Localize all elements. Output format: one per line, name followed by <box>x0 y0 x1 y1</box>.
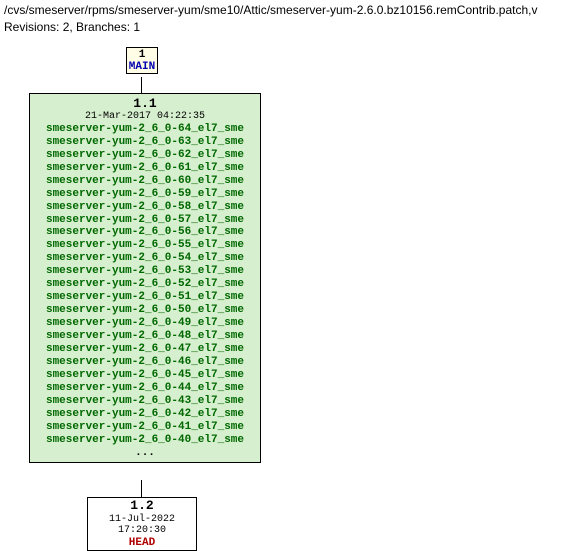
tag-entry: smeserver-yum-2_6_0-58_el7_sme <box>33 201 257 214</box>
tag-entry: smeserver-yum-2_6_0-46_el7_sme <box>33 356 257 369</box>
revision-version: 1.2 <box>88 499 196 514</box>
tag-entry: smeserver-yum-2_6_0-45_el7_sme <box>33 369 257 382</box>
tag-entry: smeserver-yum-2_6_0-57_el7_sme <box>33 214 257 227</box>
tag-entry: smeserver-yum-2_6_0-47_el7_sme <box>33 343 257 356</box>
tag-entry: smeserver-yum-2_6_0-60_el7_sme <box>33 175 257 188</box>
revision-date: 11-Jul-2022 17:20:30 <box>88 514 196 537</box>
tag-entry: smeserver-yum-2_6_0-64_el7_sme <box>33 123 257 136</box>
more-dots: ... <box>33 447 257 460</box>
file-path: /cvs/smeserver/rpms/smeserver-yum/sme10/… <box>4 2 568 19</box>
tag-list: smeserver-yum-2_6_0-64_el7_smesmeserver-… <box>33 123 257 447</box>
branch-num: 1 <box>127 49 157 61</box>
tag-entry: smeserver-yum-2_6_0-44_el7_sme <box>33 382 257 395</box>
revision-graph: 1 MAIN 1.1 21-Mar-2017 04:22:35 smeserve… <box>0 38 572 548</box>
tag-entry: smeserver-yum-2_6_0-40_el7_sme <box>33 434 257 447</box>
tag-entry: smeserver-yum-2_6_0-51_el7_sme <box>33 291 257 304</box>
branch-node-main: 1 MAIN <box>126 47 158 74</box>
tag-entry: smeserver-yum-2_6_0-48_el7_sme <box>33 330 257 343</box>
edge <box>141 77 142 93</box>
tag-entry: smeserver-yum-2_6_0-50_el7_sme <box>33 304 257 317</box>
header: /cvs/smeserver/rpms/smeserver-yum/sme10/… <box>0 0 572 38</box>
revision-node-1-1: 1.1 21-Mar-2017 04:22:35 smeserver-yum-2… <box>29 93 261 463</box>
tag-entry: smeserver-yum-2_6_0-62_el7_sme <box>33 149 257 162</box>
tag-entry: smeserver-yum-2_6_0-42_el7_sme <box>33 408 257 421</box>
tag-entry: smeserver-yum-2_6_0-49_el7_sme <box>33 317 257 330</box>
tag-entry: smeserver-yum-2_6_0-53_el7_sme <box>33 265 257 278</box>
tag-entry: smeserver-yum-2_6_0-63_el7_sme <box>33 136 257 149</box>
tag-entry: smeserver-yum-2_6_0-55_el7_sme <box>33 239 257 252</box>
tag-entry: smeserver-yum-2_6_0-43_el7_sme <box>33 395 257 408</box>
tag-entry: smeserver-yum-2_6_0-61_el7_sme <box>33 162 257 175</box>
tag-entry: smeserver-yum-2_6_0-41_el7_sme <box>33 421 257 434</box>
tag-entry: smeserver-yum-2_6_0-52_el7_sme <box>33 278 257 291</box>
tag-entry: smeserver-yum-2_6_0-59_el7_sme <box>33 188 257 201</box>
revision-date: 21-Mar-2017 04:22:35 <box>33 111 257 123</box>
branch-label: MAIN <box>127 61 157 73</box>
tag-entry: smeserver-yum-2_6_0-56_el7_sme <box>33 226 257 239</box>
edge <box>141 480 142 497</box>
revision-version: 1.1 <box>33 96 257 111</box>
tag-entry: smeserver-yum-2_6_0-54_el7_sme <box>33 252 257 265</box>
revisions-line: Revisions: 2, Branches: 1 <box>4 19 568 36</box>
